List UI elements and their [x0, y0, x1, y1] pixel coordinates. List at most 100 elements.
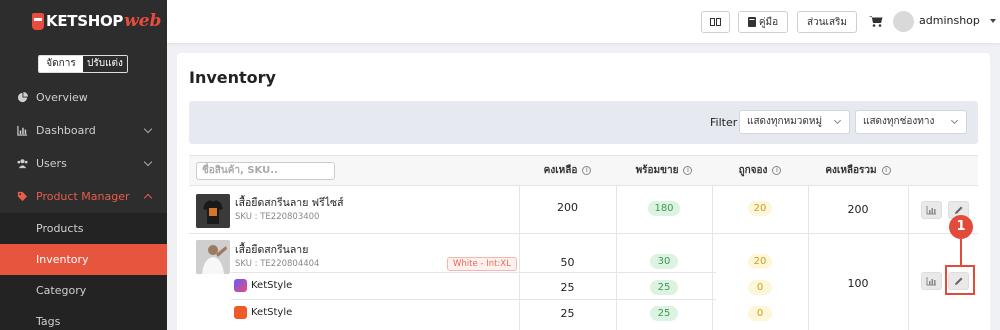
mode-manage-button[interactable]: จัดการ [39, 56, 83, 72]
total-value: 200 [847, 203, 869, 216]
callout-line [960, 239, 962, 266]
page-title: Inventory [189, 68, 276, 87]
ready-badge: 25 [650, 306, 678, 321]
header-product: ชื่อสินค้า, SKU.. [189, 155, 519, 186]
header-total: คงเหลือรวม i [808, 155, 908, 186]
category-select-value: แสดงทุกหมวดหมู่ [747, 116, 823, 127]
header-reserved: ถูกจอง i [712, 155, 808, 186]
logo-suffix: web [124, 11, 162, 31]
variant-badge: White - Int:XL [447, 257, 517, 271]
avatar[interactable] [893, 11, 914, 32]
filter-bar: Filter แสดงทุกหมวดหมู่ แสดงทุกช่องทาง [189, 101, 978, 144]
sidebar-item-overview[interactable]: Overview [0, 81, 167, 114]
ready-badge: 180 [648, 201, 680, 216]
chevron-down-icon [950, 116, 959, 125]
channel-label: KetStyle [251, 280, 293, 291]
product-thumbnail [196, 194, 230, 228]
pie-chart-icon [17, 92, 28, 103]
reserved-badge: 0 [748, 280, 772, 295]
shopee-bag-icon [234, 306, 247, 319]
logo-text: KETSHOP [46, 12, 124, 30]
sidebar-item-label: Dashboard [36, 124, 96, 137]
bar-chart-icon [926, 277, 936, 286]
row-divider [189, 233, 978, 234]
ready-badge: 30 [650, 254, 678, 269]
info-icon[interactable]: i [683, 166, 693, 175]
reserved-badge: 20 [748, 254, 772, 269]
channel-name: KetStyle [234, 279, 292, 292]
sidebar-item-dashboard[interactable]: Dashboard [0, 114, 167, 147]
row-divider [231, 299, 716, 300]
chevron-up-icon [143, 193, 153, 203]
header-total-label: คงเหลือรวม [825, 165, 877, 176]
stock-value: 50 [560, 256, 575, 269]
sidebar-item-inventory[interactable]: Inventory [0, 244, 167, 275]
header-actions [908, 155, 978, 186]
stats-button[interactable] [921, 201, 942, 219]
sidebar-item-product-manager[interactable]: Product Manager [0, 180, 167, 213]
row-divider [231, 272, 716, 273]
header-ready: พร้อมขาย i [616, 155, 712, 186]
model-photo [196, 240, 230, 274]
book-icon [747, 17, 756, 27]
app-logo[interactable]: KETSHOP web [32, 10, 161, 32]
stock-value: 25 [560, 281, 575, 294]
stock-value: 200 [557, 201, 578, 214]
header-ready-label: พร้อมขาย [635, 165, 679, 176]
top-bar: คู่มือ ส่วนเสริม adminshop [167, 0, 1000, 43]
sidebar-nav: Overview Dashboard Users Product Manager… [0, 81, 167, 330]
filter-label: Filter [710, 116, 738, 129]
callout-highlight-box [945, 265, 975, 295]
column-divider [908, 186, 909, 330]
grid-icon [710, 18, 721, 26]
product-sku: SKU : TE220804404 [235, 259, 320, 269]
sidebar-item-label: Users [36, 157, 67, 170]
sidebar-item-users[interactable]: Users [0, 147, 167, 180]
users-icon [17, 159, 28, 169]
total-value: 100 [847, 277, 869, 290]
info-icon[interactable]: i [772, 166, 782, 175]
info-icon[interactable]: i [881, 166, 891, 175]
sidebar-item-category[interactable]: Category [0, 275, 167, 306]
inventory-card: Inventory Filter แสดงทุกหมวดหมู่ แสดงทุก… [177, 53, 990, 330]
logo-cup-icon [32, 12, 44, 30]
channel-name: KetStyle [234, 306, 292, 319]
mode-customize-button[interactable]: ปรับแต่ง [83, 56, 127, 72]
sidebar: KETSHOP web จัดการ ปรับแต่ง Overview Das… [0, 0, 167, 330]
grid-view-button[interactable] [701, 11, 730, 33]
channel-select[interactable]: แสดงทุกช่องทาง [855, 110, 967, 134]
caret-down-icon[interactable] [990, 19, 996, 23]
manual-button[interactable]: คู่มือ [738, 11, 788, 33]
cart-icon[interactable] [869, 15, 883, 27]
product-name[interactable]: เสื้อยืดสกรีนลาย [235, 241, 308, 258]
sidebar-item-label: Product Manager [36, 190, 130, 203]
sidebar-item-tags[interactable]: Tags [0, 306, 167, 330]
category-select[interactable]: แสดงทุกหมวดหมู่ [739, 110, 850, 134]
callout-badge: 1 [949, 215, 973, 239]
bar-chart-icon [17, 125, 28, 136]
sidebar-item-products[interactable]: Products [0, 213, 167, 244]
header-stock-label: คงเหลือ [543, 165, 578, 176]
channel-label: KetStyle [251, 307, 293, 318]
ready-badge: 25 [650, 280, 678, 295]
product-thumbnail [196, 240, 230, 274]
channel-select-value: แสดงทุกช่องทาง [863, 116, 935, 127]
product-name[interactable]: เสื้อยืดสกรีนลาย ฟรีไซส์ [235, 194, 344, 211]
product-search-input[interactable]: ชื่อสินค้า, SKU.. [196, 162, 335, 180]
chevron-down-icon [143, 124, 153, 134]
tag-icon [17, 191, 28, 202]
reserved-badge: 20 [748, 201, 772, 216]
product-manager-submenu: Products Inventory Category Tags [0, 213, 167, 330]
chevron-down-icon [143, 157, 153, 167]
addon-button[interactable]: ส่วนเสริม [797, 11, 857, 33]
header-reserved-label: ถูกจอง [738, 165, 768, 176]
stock-value: 25 [560, 307, 575, 320]
reserved-badge: 0 [748, 306, 772, 321]
shop-logo-icon [234, 279, 247, 292]
column-divider [712, 186, 713, 330]
stats-button[interactable] [921, 272, 942, 290]
tshirt-image [196, 194, 230, 228]
username[interactable]: adminshop [919, 14, 980, 27]
bar-chart-icon [926, 206, 936, 215]
info-icon[interactable]: i [582, 166, 592, 175]
